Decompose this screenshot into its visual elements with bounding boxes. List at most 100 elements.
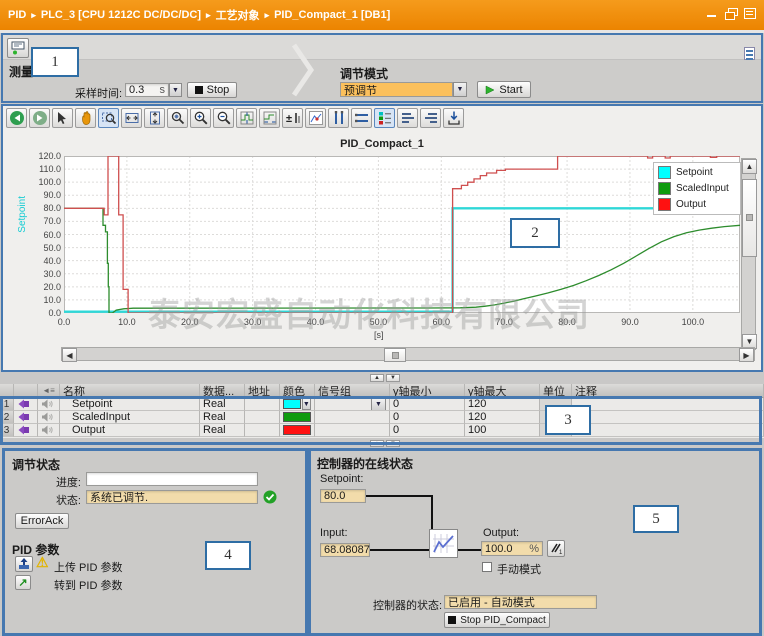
header-y-max[interactable]: y轴最大 xyxy=(465,384,540,398)
comment-cell[interactable] xyxy=(572,424,764,437)
breadcrumb-segment[interactable]: PLC_3 [CPU 1212C DC/DC/DC] xyxy=(41,9,201,21)
signal-group-cell[interactable] xyxy=(315,424,390,437)
signal-address-cell[interactable] xyxy=(245,398,280,411)
signal-datatype-cell[interactable]: Real xyxy=(200,424,245,437)
measure-stop-button[interactable]: Stop xyxy=(187,82,237,98)
manual-value-button[interactable]: 1 xyxy=(547,540,565,557)
signal-address-cell[interactable] xyxy=(245,424,280,437)
horizontal-scroll-thumb[interactable] xyxy=(384,348,406,362)
y-min-cell[interactable]: 0 xyxy=(390,411,465,424)
redo-icon[interactable] xyxy=(29,108,50,128)
signal-color-cell[interactable] xyxy=(280,424,315,437)
undo-icon[interactable] xyxy=(6,108,27,128)
tuning-mode-select[interactable]: 预调节 xyxy=(340,82,453,97)
breadcrumb-segment[interactable]: 工艺对象 xyxy=(216,7,260,23)
table-splitter-up-icon[interactable]: ▲ xyxy=(370,440,384,447)
goto-pid-params-button[interactable]: ↗ xyxy=(15,575,31,590)
measure-onoff-icon[interactable] xyxy=(7,38,29,58)
export-icon[interactable] xyxy=(443,108,464,128)
chart-vertical-scrollbar[interactable]: ▲ ▼ xyxy=(741,158,756,350)
signal-name-cell[interactable]: ScaledInput xyxy=(60,411,200,424)
signal-address-cell[interactable] xyxy=(245,411,280,424)
scroll-left-icon[interactable]: ◀ xyxy=(62,348,77,362)
signal-color-cell[interactable]: ▼ xyxy=(280,398,315,411)
comment-cell[interactable] xyxy=(572,398,764,411)
auto-scale-icon[interactable]: ± xyxy=(282,108,303,128)
comment-cell[interactable] xyxy=(572,411,764,424)
color-swatch[interactable] xyxy=(283,425,311,435)
y-max-cell[interactable]: 120 xyxy=(465,411,540,424)
header-address[interactable]: 地址 xyxy=(245,384,280,398)
upload-pid-params-label[interactable]: 上传 PID 参数 xyxy=(54,559,122,575)
scroll-right-icon[interactable]: ▶ xyxy=(739,348,754,362)
select-cursor-icon[interactable] xyxy=(52,108,73,128)
chart-horizontal-scrollbar[interactable]: ◀ ▶ xyxy=(61,347,755,361)
y-min-cell[interactable]: 0 xyxy=(390,398,465,411)
window-minimize-icon[interactable] xyxy=(706,8,718,19)
signal-datatype-cell[interactable]: Real xyxy=(200,411,245,424)
stop-pid-compact-button[interactable]: Stop PID_Compact xyxy=(444,612,550,628)
color-swatch[interactable] xyxy=(283,412,311,422)
zoom-dynamic-icon[interactable] xyxy=(167,108,188,128)
signal-color-cell[interactable] xyxy=(280,411,315,424)
upload-pid-params-button[interactable] xyxy=(15,556,33,572)
setpoint-field[interactable]: 80.0 xyxy=(320,489,366,503)
header-color[interactable]: 颜色 xyxy=(280,384,315,398)
tuning-start-button[interactable]: Start xyxy=(477,81,531,98)
error-ack-button[interactable]: ErrorAck xyxy=(15,513,69,529)
sampling-unit-dropdown-icon[interactable]: ▼ xyxy=(169,83,182,97)
signal-group-cell[interactable]: ▼ xyxy=(315,398,390,411)
signal-group-dropdown-icon[interactable]: ▼ xyxy=(371,398,386,411)
fit-time-icon[interactable] xyxy=(259,108,280,128)
vertical-cursors-icon[interactable] xyxy=(328,108,349,128)
y-min-cell[interactable]: 0 xyxy=(390,424,465,437)
zoom-in-icon[interactable] xyxy=(190,108,211,128)
signal-datatype-cell[interactable]: Real xyxy=(200,398,245,411)
header-signal-group[interactable]: 信号组 xyxy=(315,384,390,398)
table-splitter-down-icon[interactable]: ▼ xyxy=(386,440,400,447)
header-comment[interactable]: 注释 xyxy=(572,384,764,398)
vertical-scroll-thumb[interactable] xyxy=(742,179,757,257)
output-field[interactable]: 100.0 % xyxy=(481,541,543,556)
header-name[interactable]: 名称 xyxy=(60,384,200,398)
breadcrumb-segment[interactable]: PID xyxy=(8,9,26,21)
scroll-up-icon[interactable]: ▲ xyxy=(742,159,757,174)
goto-pid-params-label[interactable]: 转到 PID 参数 xyxy=(54,577,122,593)
manual-mode-checkbox[interactable] xyxy=(482,562,492,572)
window-float-icon[interactable] xyxy=(725,8,737,19)
zoom-out-icon[interactable] xyxy=(213,108,234,128)
status-ok-icon xyxy=(263,490,277,504)
color-dropdown-icon[interactable]: ▼ xyxy=(302,398,311,410)
splitter-expand-icon[interactable]: ▼ xyxy=(386,374,400,382)
panel-options-icon[interactable] xyxy=(744,47,755,60)
annotation-marker-5: 5 xyxy=(633,505,679,533)
horizontal-cursors-icon[interactable] xyxy=(351,108,372,128)
breadcrumb[interactable]: PID▸PLC_3 [CPU 1212C DC/DC/DC]▸工艺对象▸PID_… xyxy=(8,7,390,23)
signal-group-cell[interactable] xyxy=(315,411,390,424)
zoom-horizontal-icon[interactable] xyxy=(121,108,142,128)
y-max-cell[interactable]: 120 xyxy=(465,398,540,411)
align-right-icon[interactable] xyxy=(420,108,441,128)
header-unit[interactable]: 单位 xyxy=(540,384,572,398)
header-y-min[interactable]: y轴最小 xyxy=(390,384,465,398)
pan-hand-icon[interactable] xyxy=(75,108,96,128)
sampling-time-input[interactable]: 0.3 s xyxy=(125,83,169,97)
zoom-vertical-icon[interactable] xyxy=(144,108,165,128)
header-datatype[interactable]: 数据... xyxy=(200,384,245,398)
curve-values-icon[interactable] xyxy=(305,108,326,128)
window-maximize-icon[interactable] xyxy=(744,8,756,19)
align-left-icon[interactable] xyxy=(397,108,418,128)
measure-stop-label: Stop xyxy=(207,84,230,96)
fit-amplitude-icon[interactable] xyxy=(236,108,257,128)
color-swatch[interactable] xyxy=(283,399,301,409)
signal-name-cell[interactable]: Setpoint xyxy=(60,398,200,411)
breadcrumb-segment[interactable]: PID_Compact_1 [DB1] xyxy=(274,9,390,21)
signal-name-cell[interactable]: Output xyxy=(60,424,200,437)
y-max-cell[interactable]: 100 xyxy=(465,424,540,437)
input-field[interactable]: 68.08087 xyxy=(320,543,370,557)
legend-icon[interactable] xyxy=(374,108,395,128)
zoom-region-icon[interactable] xyxy=(98,108,119,128)
tuning-mode-dropdown-icon[interactable]: ▼ xyxy=(453,82,467,97)
pid-commissioning-screen: PID▸PLC_3 [CPU 1212C DC/DC/DC]▸工艺对象▸PID_… xyxy=(0,0,764,636)
splitter-collapse-icon[interactable]: ▲ xyxy=(370,374,384,382)
